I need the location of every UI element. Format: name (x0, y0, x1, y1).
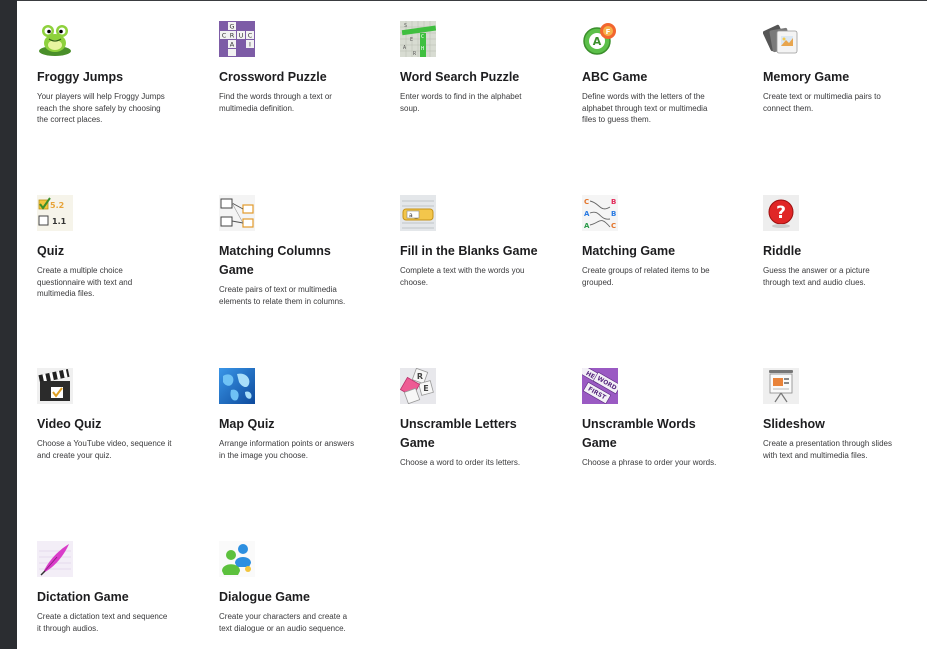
game-description: Create a multiple choice questionnaire w… (37, 266, 133, 298)
game-card-matching-game[interactable]: C A A B B C Matching Game Create groups … (582, 195, 742, 288)
game-card-unscramble-letters-game[interactable]: R E Unscramble Letters Game Choose a wor… (400, 368, 560, 469)
game-card-crossword-puzzle[interactable]: G C R U C A I Crossword Puzzle Find the … (219, 21, 379, 114)
crossword-letter: U (239, 32, 244, 40)
game-description: Create a presentation through slides wit… (763, 439, 892, 460)
game-description: Enter words to find in the alphabet soup… (400, 92, 522, 113)
matching-letter: B (611, 210, 616, 218)
matching-letters-icon: C A A B B C (582, 195, 618, 231)
presentation-icon (763, 368, 799, 404)
question-mark-icon: ? (763, 195, 799, 231)
game-title: Video Quiz (37, 417, 102, 431)
game-card-matching-columns-game[interactable]: Matching Columns Game Create pairs of te… (219, 195, 379, 307)
game-title: ABC Game (582, 70, 648, 84)
game-card-unscramble-words-game[interactable]: HE WORD FIRST Unscramble Words Game Choo… (582, 368, 742, 469)
game-card-video-quiz[interactable]: Video Quiz Choose a YouTube video, seque… (37, 368, 197, 461)
word-search-letter: E (410, 37, 413, 43)
game-title: Fill in the Blanks Game (400, 244, 538, 258)
game-title: Memory Game (763, 70, 850, 84)
game-description: Create your characters and create a text… (219, 612, 348, 633)
crossword-letter: C (222, 32, 227, 40)
matching-letter: A (584, 210, 590, 218)
crossword-letter: A (230, 41, 235, 49)
fill-blank-text: a _ (409, 212, 419, 219)
game-description: Choose a YouTube video, sequence it and … (37, 439, 172, 460)
game-card-slideshow[interactable]: Slideshow Create a presentation through … (763, 368, 923, 461)
game-title: Word Search Puzzle (400, 70, 520, 84)
game-title: Dialogue Game (219, 590, 310, 604)
game-title: Slideshow (763, 417, 825, 431)
fill-blanks-icon: a _ (400, 195, 436, 231)
game-description: Create groups of related items to be gro… (582, 266, 710, 287)
game-title: Unscramble Words Game (582, 417, 696, 450)
abc-letter: A (593, 35, 602, 48)
game-description: Create text or multimedia pairs to conne… (763, 92, 881, 113)
word-search-letter: C (421, 34, 424, 40)
crossword-icon: G C R U C A I (219, 21, 255, 57)
game-card-riddle[interactable]: ? Riddle Guess the answer or a picture t… (763, 195, 923, 288)
game-title: Unscramble Letters Game (400, 417, 517, 450)
matching-letter: C (584, 198, 589, 206)
word-search-icon: S E A R C H (400, 21, 436, 57)
game-description: Choose a phrase to order your words. (582, 458, 717, 467)
game-description: Arrange information points or answers in… (219, 439, 355, 460)
game-card-word-search-puzzle[interactable]: S E A R C H Word Search Puzzle Enter wor… (400, 21, 560, 114)
riddle-glyph: ? (776, 203, 786, 223)
game-title: Matching Columns Game (219, 244, 331, 277)
quiz-checkbox-icon: 5.2 1.1 (37, 195, 73, 231)
crossword-letter: R (230, 32, 235, 40)
word-search-letter: S (404, 23, 407, 29)
game-description: Guess the answer or a picture through te… (763, 266, 870, 287)
quiz-number: 5.2 (50, 201, 64, 210)
game-description: Create pairs of text or multimedia eleme… (219, 285, 346, 306)
game-card-memory-game[interactable]: Memory Game Create text or multimedia pa… (763, 21, 923, 114)
game-title: Quiz (37, 244, 65, 258)
game-card-fill-in-the-blanks-game[interactable]: a _ Fill in the Blanks Game Complete a t… (400, 195, 560, 288)
quiz-number: 1.1 (52, 217, 67, 226)
game-title: Riddle (763, 244, 802, 258)
game-catalog: Froggy Jumps Your players will help Frog… (17, 0, 927, 649)
crossword-letter: C (248, 32, 253, 40)
crossword-letter: I (249, 41, 251, 49)
game-title: Matching Game (582, 244, 676, 258)
game-card-map-quiz[interactable]: Map Quiz Arrange information points or a… (219, 368, 379, 461)
game-title: Froggy Jumps (37, 70, 124, 84)
unscramble-letter: E (423, 384, 428, 393)
game-card-dialogue-game[interactable]: Dialogue Game Create your characters and… (219, 541, 379, 634)
game-description: Your players will help Froggy Jumps reac… (37, 92, 165, 124)
game-card-dictation-game[interactable]: Dictation Game Create a dictation text a… (37, 541, 197, 634)
word-tiles-icon: HE WORD FIRST (582, 368, 618, 404)
unscramble-letter: R (417, 372, 423, 381)
game-title: Dictation Game (37, 590, 129, 604)
game-description: Complete a text with the words you choos… (400, 266, 525, 287)
abc-letter: F (606, 28, 611, 36)
matching-letter: C (611, 222, 616, 230)
game-card-froggy-jumps[interactable]: Froggy Jumps Your players will help Frog… (37, 21, 197, 126)
abc-icon: A F (583, 23, 616, 55)
clapperboard-icon (37, 368, 73, 404)
window-edge (0, 0, 17, 649)
quill-pen-icon (37, 541, 73, 577)
word-search-letter: A (403, 45, 406, 51)
game-description: Create a dictation text and sequence it … (37, 612, 168, 633)
game-title: Map Quiz (219, 417, 275, 431)
crossword-letter: G (229, 23, 234, 31)
game-description: Choose a word to order its letters. (400, 458, 521, 467)
game-card-abc-game[interactable]: A F ABC Game Define words with the lette… (582, 21, 742, 126)
matching-letter: A (584, 222, 590, 230)
game-card-quiz[interactable]: 5.2 1.1 Quiz Create a multiple choice qu… (37, 195, 197, 300)
world-map-icon (219, 368, 255, 404)
game-description: Find the words through a text or multime… (219, 92, 332, 113)
matching-columns-icon (219, 195, 255, 231)
game-description: Define words with the letters of the alp… (582, 92, 708, 124)
characters-icon (219, 541, 255, 577)
memory-cards-icon (763, 24, 798, 54)
frog-icon (39, 25, 71, 56)
matching-letter: B (611, 198, 616, 206)
game-title: Crossword Puzzle (219, 70, 327, 84)
letter-tiles-icon: R E (400, 368, 436, 404)
word-search-letter: H (421, 46, 424, 52)
